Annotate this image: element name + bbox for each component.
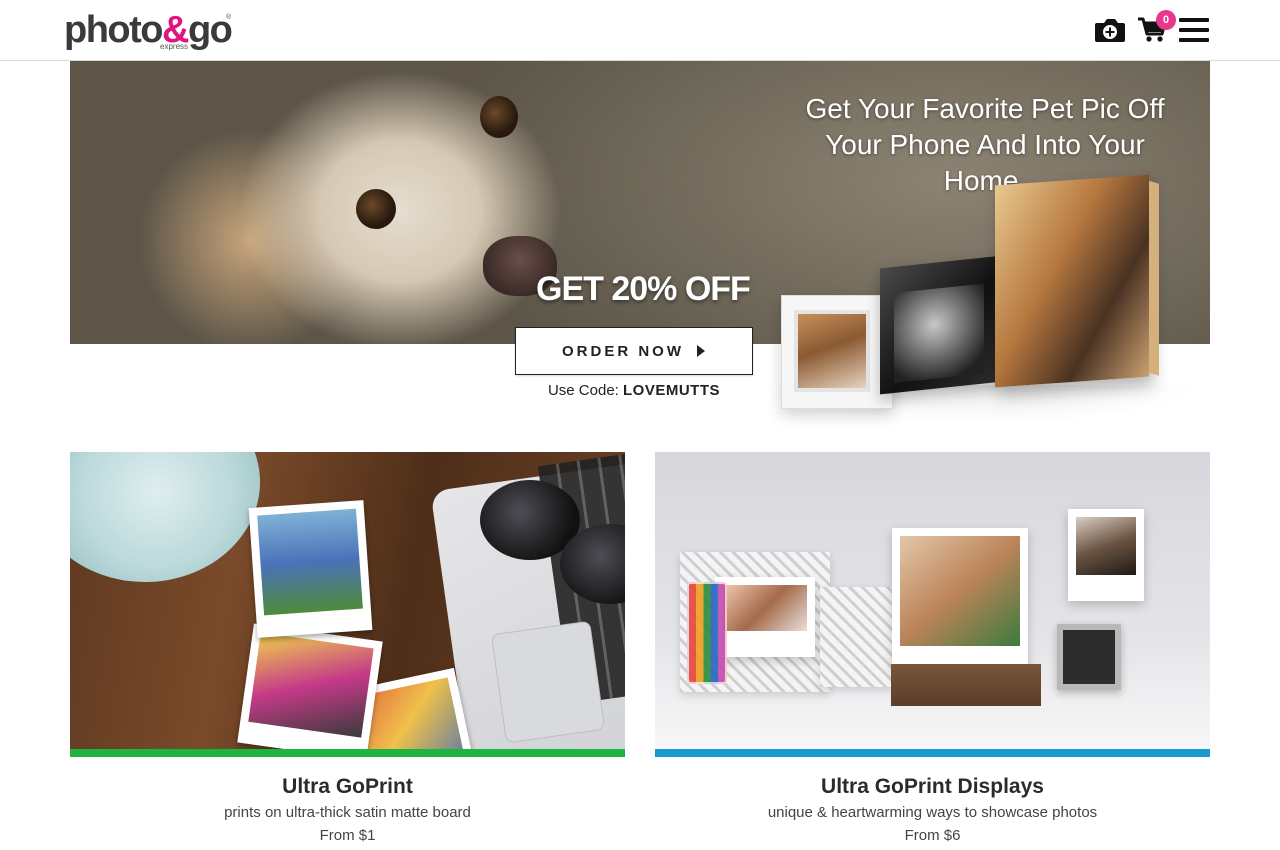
metal-print-product-image	[880, 255, 1002, 395]
promo-code-prefix: Use Code:	[547, 382, 619, 399]
ultra-goprint-image[interactable]	[70, 452, 625, 749]
card-description: prints on ultra-thick satin matte board	[224, 804, 471, 821]
camera-plus-icon	[1095, 19, 1125, 42]
card-accent-bar	[70, 749, 625, 757]
patterned-tall-display	[820, 587, 895, 687]
logo-subtitle: express	[160, 42, 189, 51]
promo-code: LOVEMUTTS	[623, 382, 721, 399]
dog-eye-left	[480, 96, 518, 138]
card-description: unique & heartwarming ways to showcase p…	[767, 804, 1098, 821]
cart-button[interactable]: 0	[1136, 10, 1176, 46]
love-you-chalkboard-print	[1057, 624, 1121, 690]
couple-photo-print	[1068, 509, 1144, 601]
product-card-ultra-goprint[interactable]: Ultra GoPrint prints on ultra-thick sati…	[70, 452, 625, 844]
card-price: From $6	[904, 827, 961, 844]
logo-registered-mark: ®	[226, 14, 232, 21]
card-title[interactable]: Ultra GoPrint Displays	[655, 775, 1210, 799]
print-photo-bff	[237, 623, 383, 749]
menu-button[interactable]	[1178, 14, 1210, 46]
wood-block-stand	[891, 664, 1041, 706]
ultra-goprint-displays-image[interactable]	[655, 452, 1210, 749]
card-title[interactable]: Ultra GoPrint	[70, 775, 625, 799]
dog-eye-right	[356, 189, 396, 229]
product-card-ultra-goprint-displays[interactable]: Ultra GoPrint Displays unique & heartwar…	[655, 452, 1210, 844]
play-arrow-icon	[697, 345, 705, 357]
order-now-button[interactable]: ORDER NOW	[515, 327, 753, 375]
order-now-label: ORDER NOW	[562, 342, 684, 360]
card-accent-bar	[655, 749, 1210, 757]
hero-headline-line-1: Get Your Favorite Pet Pic Off	[805, 93, 1165, 124]
promo-headline: GET 20% OFF	[536, 270, 751, 308]
canvas-print-product-image	[995, 174, 1149, 388]
white-frame-product-image	[781, 295, 893, 409]
print-photo-first-steps	[248, 500, 373, 638]
colored-pencils-jar	[687, 582, 727, 684]
cart-count-badge: 0	[1156, 10, 1176, 30]
clip-photo-print	[715, 577, 815, 657]
card-price: From $1	[319, 827, 376, 844]
menu-icon	[1179, 18, 1209, 42]
site-header: photo&go express ® 0	[0, 0, 1280, 61]
coffee-cup-image	[70, 452, 260, 582]
header-actions: 0	[1094, 10, 1210, 48]
brothers-photo-print	[892, 528, 1028, 672]
promo-code-line: Use Code: LOVEMUTTS	[515, 382, 753, 399]
logo[interactable]: photo&go express ®	[64, 8, 234, 52]
logo-wordmark: photo&go	[64, 9, 233, 51]
upload-photo-button[interactable]	[1094, 14, 1126, 46]
